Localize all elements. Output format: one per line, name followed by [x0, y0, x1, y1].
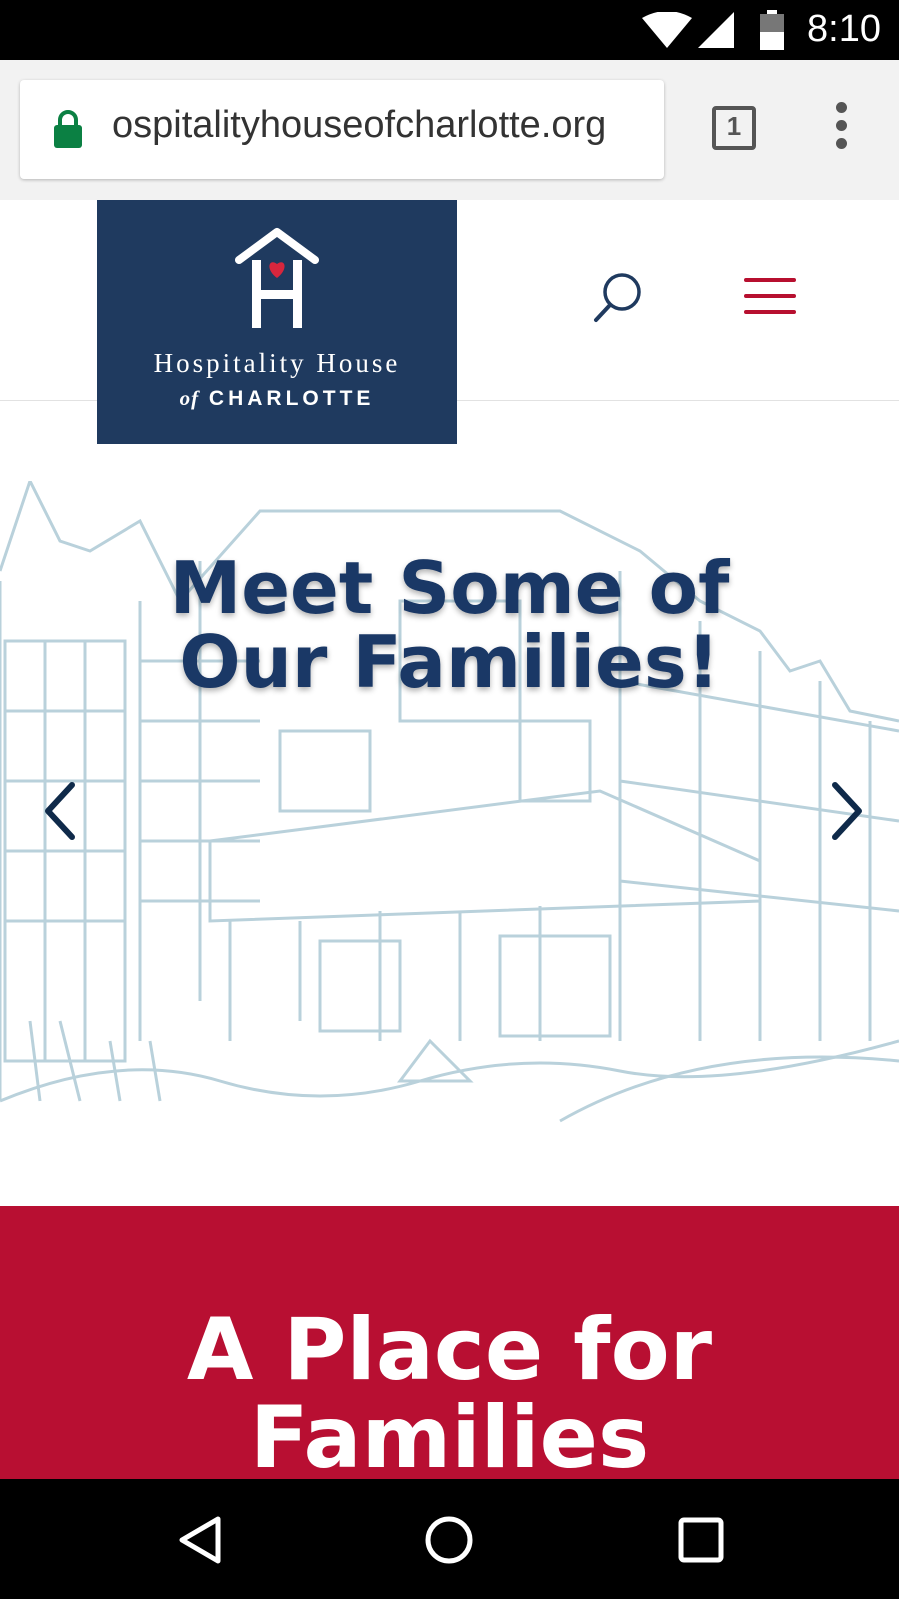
logo-subtitle: of CHARLOTTE: [97, 386, 457, 411]
hero-title-line1: Meet Some of: [169, 546, 730, 630]
hero-title: Meet Some of Our Families!: [0, 551, 899, 699]
back-icon[interactable]: [176, 1515, 226, 1565]
logo-subtitle-city: CHARLOTTE: [208, 387, 375, 410]
hero-title-line2: Our Families!: [179, 620, 720, 704]
more-options-icon[interactable]: [830, 102, 852, 154]
tab-switcher-icon[interactable]: 1: [712, 106, 756, 150]
house-heart-icon: [235, 228, 319, 328]
cell-signal-icon: [698, 12, 734, 48]
home-icon[interactable]: [424, 1515, 474, 1565]
recents-icon[interactable]: [676, 1515, 726, 1565]
wifi-icon: [642, 12, 692, 48]
status-time: 8:10: [807, 8, 881, 50]
chevron-right-icon[interactable]: [823, 779, 867, 843]
section-title: A Place for Families: [0, 1306, 899, 1479]
logo-title: Hospitality House: [153, 348, 401, 378]
place-for-families-section: A Place for Families: [0, 1206, 899, 1479]
hero-carousel: Meet Some of Our Families!: [0, 401, 899, 1206]
browser-toolbar: ospitalityhouseofcharlotte.org 1: [0, 60, 899, 201]
url-text: ospitalityhouseofcharlotte.org: [112, 104, 607, 146]
status-bar: 8:10: [0, 0, 899, 60]
search-icon[interactable]: [592, 272, 644, 324]
lock-icon: [54, 110, 82, 148]
chevron-left-icon[interactable]: [40, 779, 84, 843]
battery-icon: [760, 10, 784, 50]
address-bar[interactable]: ospitalityhouseofcharlotte.org: [20, 80, 664, 179]
site-logo[interactable]: Hospitality House of CHARLOTTE: [97, 200, 457, 444]
section-title-line2: Families: [249, 1388, 650, 1479]
hamburger-menu-icon[interactable]: [744, 278, 796, 318]
android-nav-bar: [0, 1479, 899, 1599]
tab-count: 1: [726, 111, 742, 141]
section-title-line1: A Place for: [186, 1300, 713, 1400]
logo-subtitle-prefix: of: [179, 386, 200, 410]
